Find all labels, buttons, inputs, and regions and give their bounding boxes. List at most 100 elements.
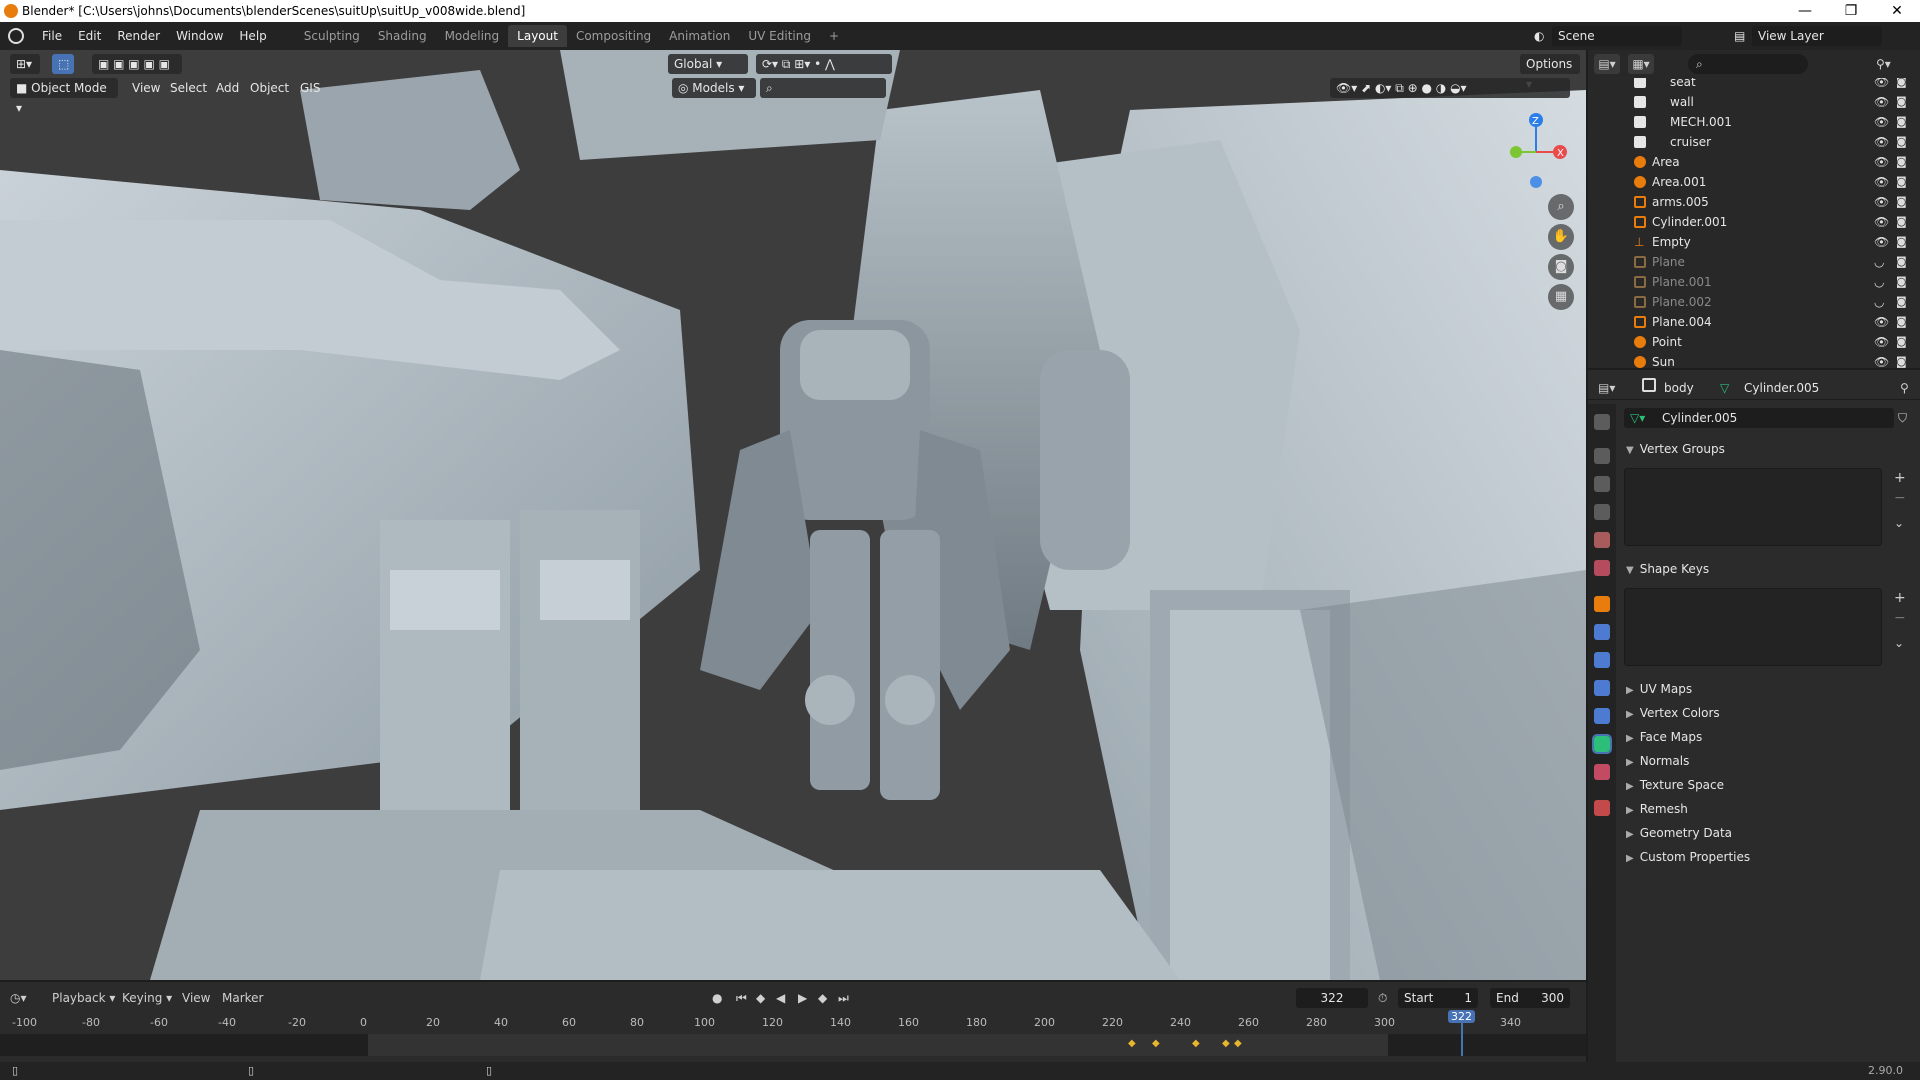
outliner-row[interactable]: Plane ◡ ◙ (1588, 252, 1920, 272)
keyframe-marker[interactable]: ◆ (1234, 1038, 1242, 1049)
eye-icon[interactable]: 👁 (1874, 212, 1889, 232)
scene-tab-icon[interactable] (1594, 532, 1610, 548)
panel-shape-keys[interactable]: ▼ Shape Keys (1616, 558, 1916, 580)
menu-help[interactable]: Help (231, 29, 274, 43)
pivot-snap-icons[interactable]: ⟳▾ ⧉ ⊞▾ • ⋀ (756, 54, 892, 74)
menu-add[interactable]: Add (216, 78, 239, 98)
panel-vertex-colors[interactable]: ▶ Vertex Colors (1616, 702, 1916, 724)
render-camera-icon[interactable]: ◙ (1896, 332, 1907, 352)
world-tab-icon[interactable] (1594, 560, 1610, 576)
scene-selector[interactable]: Scene (1552, 26, 1682, 46)
object-tab-icon[interactable] (1594, 596, 1610, 612)
collection-filter[interactable]: ◎ Models ▾ (672, 78, 756, 98)
render-camera-icon[interactable]: ◙ (1896, 92, 1907, 112)
render-camera-icon[interactable]: ◙ (1896, 252, 1907, 272)
panel-uv-maps[interactable]: ▶ UV Maps (1616, 678, 1916, 700)
keyframe-marker[interactable]: ◆ (1192, 1038, 1200, 1049)
eye-icon[interactable]: 👁 (1874, 152, 1889, 172)
next-keyframe-icon[interactable]: ◆ (818, 988, 827, 1008)
menu-edit[interactable]: Edit (70, 29, 109, 43)
render-camera-icon[interactable]: ◙ (1896, 352, 1907, 368)
filter-icon[interactable]: ⚲▾ (1876, 54, 1912, 74)
menu-object[interactable]: Object (250, 78, 289, 98)
texture-tab-icon[interactable] (1594, 800, 1610, 816)
outliner-editor-type[interactable]: ▤▾ (1594, 54, 1620, 74)
modifier-tab-icon[interactable] (1594, 624, 1610, 640)
display-mode-button[interactable]: ▦▾ (1628, 54, 1654, 74)
outliner-row[interactable]: seat 👁 ◙ (1588, 78, 1920, 92)
view-layer-tab-icon[interactable] (1594, 504, 1610, 520)
checkbox[interactable] (1634, 116, 1646, 128)
editor-type-button[interactable]: ⊞▾ (10, 54, 40, 74)
select-mode-icons[interactable]: ▣ ▣ ▣ ▣ ▣ (92, 54, 182, 74)
panel-remesh[interactable]: ▶ Remesh (1616, 798, 1916, 820)
eye-icon[interactable]: 👁 (1874, 132, 1889, 152)
menu-window[interactable]: Window (168, 29, 231, 43)
outliner-row[interactable]: arms.005 👁 ◙ (1588, 192, 1920, 212)
play-reverse-icon[interactable]: ◀ (776, 988, 785, 1008)
output-tab-icon[interactable] (1594, 476, 1610, 492)
start-frame-field[interactable]: Start 1 (1398, 988, 1478, 1008)
render-camera-icon[interactable]: ◙ (1896, 192, 1907, 212)
remove-vertex-group-button[interactable]: − (1894, 490, 1906, 506)
render-camera-icon[interactable]: ◙ (1896, 132, 1907, 152)
zoom-icon[interactable]: ⌕ (1548, 194, 1574, 220)
mesh-data-tab-icon[interactable] (1592, 734, 1612, 754)
keyframe-marker[interactable]: ◆ (1128, 1038, 1136, 1049)
add-workspace-icon[interactable]: + (820, 25, 848, 47)
outliner-row[interactable]: ⊥ Empty 👁 ◙ (1588, 232, 1920, 252)
3d-viewport[interactable] (0, 50, 1586, 980)
eye-icon[interactable]: 👁 (1874, 112, 1889, 132)
jump-start-icon[interactable]: ⏮ (736, 988, 747, 1008)
tool-tab-icon[interactable] (1594, 414, 1610, 430)
material-tab-icon[interactable] (1594, 764, 1610, 780)
shading-icons[interactable]: 👁▾ ⬈ ◐▾ ⧉ ⊕ ● ◑ ◒▾ (1330, 78, 1570, 98)
checkbox[interactable] (1634, 78, 1646, 88)
particles-tab-icon[interactable] (1594, 652, 1610, 668)
panel-face-maps[interactable]: ▶ Face Maps (1616, 726, 1916, 748)
viewport-search-input[interactable]: ⌕ (760, 78, 886, 98)
eye-icon[interactable]: 👁 (1874, 332, 1889, 352)
transform-orientation[interactable]: Global ▾ (668, 54, 748, 74)
render-tab-icon[interactable] (1594, 448, 1610, 464)
eye-hidden-icon[interactable]: ◡ (1874, 292, 1884, 312)
tab-uv-editing[interactable]: UV Editing (739, 25, 820, 47)
shape-key-menu-icon[interactable]: ⌄ (1894, 636, 1904, 650)
outliner-row[interactable]: Sun 👁 ◙ (1588, 352, 1920, 368)
checkbox[interactable] (1634, 96, 1646, 108)
constraints-tab-icon[interactable] (1594, 708, 1610, 724)
mesh-data-name-field[interactable]: ▽▾ Cylinder.005 (1624, 408, 1894, 428)
add-vertex-group-button[interactable]: + (1894, 470, 1906, 486)
eye-icon[interactable]: 👁 (1874, 192, 1889, 212)
menu-playback[interactable]: Playback ▾ (52, 988, 115, 1008)
keyframe-marker[interactable]: ◆ (1152, 1038, 1160, 1049)
vertex-groups-list[interactable] (1624, 468, 1882, 546)
panel-texture-space[interactable]: ▶ Texture Space (1616, 774, 1916, 796)
render-camera-icon[interactable]: ◙ (1896, 292, 1907, 312)
eye-icon[interactable]: 👁 (1874, 232, 1889, 252)
navigation-gizmo[interactable]: Z X (1500, 110, 1570, 190)
tab-modeling[interactable]: Modeling (436, 25, 509, 47)
tab-layout[interactable]: Layout (508, 25, 567, 47)
outliner-row[interactable]: Plane.002 ◡ ◙ (1588, 292, 1920, 312)
view-layer-selector[interactable]: View Layer (1752, 26, 1882, 46)
select-tool-icon[interactable]: ⬚ (52, 54, 74, 74)
camera-icon[interactable]: ◙ (1548, 254, 1574, 280)
eye-icon[interactable]: 👁 (1874, 312, 1889, 332)
blender-menu-icon[interactable] (8, 28, 24, 44)
menu-marker[interactable]: Marker (222, 988, 263, 1008)
outliner-row[interactable]: Plane.004 👁 ◙ (1588, 312, 1920, 332)
outliner-row[interactable]: Plane.001 ◡ ◙ (1588, 272, 1920, 292)
outliner-row[interactable]: Point 👁 ◙ (1588, 332, 1920, 352)
menu-file[interactable]: File (34, 29, 70, 43)
timeline-editor-type[interactable]: ◷▾ (10, 988, 40, 1008)
render-camera-icon[interactable]: ◙ (1896, 232, 1907, 252)
menu-gis[interactable]: GIS (300, 78, 320, 98)
remove-shape-key-button[interactable]: − (1894, 610, 1906, 626)
outliner-row[interactable]: MECH.001 👁 ◙ (1588, 112, 1920, 132)
panel-normals[interactable]: ▶ Normals (1616, 750, 1916, 772)
options-button[interactable]: Options ▾ (1520, 54, 1580, 91)
menu-select[interactable]: Select (170, 78, 207, 98)
play-icon[interactable]: ▶ (798, 988, 807, 1008)
current-frame-field[interactable]: 322 (1296, 988, 1368, 1008)
